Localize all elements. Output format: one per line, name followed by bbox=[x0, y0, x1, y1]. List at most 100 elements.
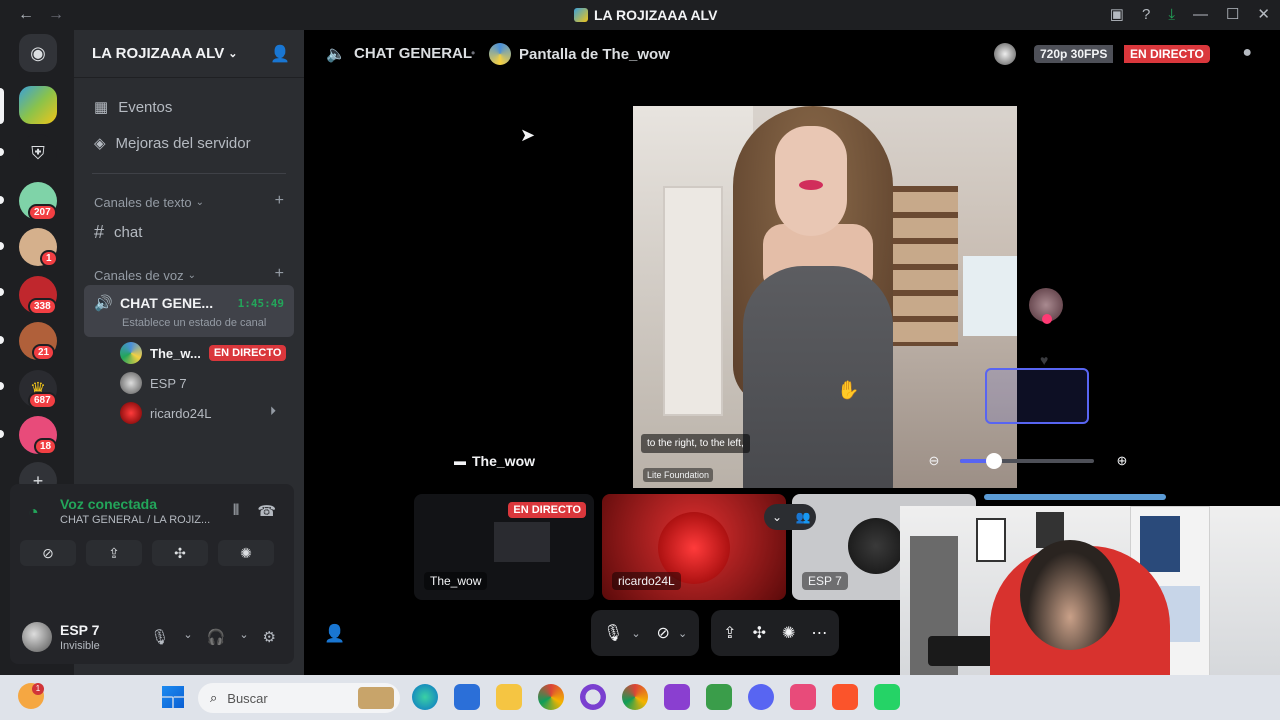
zoom-slider[interactable] bbox=[960, 453, 1094, 469]
user-name: ESP 7 bbox=[60, 622, 100, 638]
search-placeholder: Buscar bbox=[227, 690, 268, 706]
voice-channel-chat-general[interactable]: 🔊 CHAT GENE... 1:45:49 Establece un esta… bbox=[84, 285, 294, 337]
activity-controls: ⇪ ✣ ✺ ⋯ bbox=[711, 610, 840, 656]
back-arrow-icon[interactable]: ← bbox=[18, 6, 34, 24]
chrome-icon[interactable] bbox=[538, 684, 564, 710]
tile-menu: ⌄ 👥 bbox=[764, 504, 816, 530]
chevron-down-icon: ⌄ bbox=[228, 48, 238, 60]
app-diamond-icon[interactable] bbox=[706, 684, 732, 710]
share-screen-button[interactable]: ⇪ bbox=[86, 540, 142, 566]
channel-chat[interactable]: # chat bbox=[94, 222, 142, 243]
edge-icon[interactable] bbox=[412, 684, 438, 710]
cortana-icon[interactable] bbox=[580, 684, 606, 710]
sidebar-item-boosts[interactable]: ◈ Mejoras del servidor bbox=[94, 134, 251, 153]
invite-people-icon[interactable]: 👤 bbox=[270, 44, 290, 64]
unread-pill bbox=[0, 382, 4, 390]
camera-off-icon[interactable]: ⊘ bbox=[657, 623, 670, 643]
voice-member[interactable]: The_w... EN DIRECTO bbox=[120, 342, 287, 364]
unread-pill bbox=[0, 196, 4, 204]
taskbar-search[interactable]: ⌕ Buscar bbox=[198, 683, 400, 713]
participant-tile-partial[interactable] bbox=[984, 494, 1166, 500]
participant-tile[interactable]: ricardo24L bbox=[602, 494, 786, 600]
member-name: ricardo24L bbox=[150, 405, 212, 421]
brave-icon[interactable] bbox=[832, 684, 858, 710]
invite-to-voice-icon[interactable]: 👤 bbox=[324, 624, 345, 644]
chevron-down-icon[interactable]: ⌄ bbox=[239, 628, 248, 646]
heart-icon: ♥ bbox=[1040, 352, 1049, 368]
signal-icon[interactable]: ◔ bbox=[28, 502, 39, 523]
chevron-down-icon[interactable]: ⌄ bbox=[631, 627, 640, 640]
chevron-down-icon[interactable]: ⌄ bbox=[183, 628, 192, 646]
chevron-down-icon[interactable]: ⌄ bbox=[764, 504, 790, 530]
sidebar-item-events[interactable]: ▦ Eventos bbox=[94, 98, 173, 117]
stream-video[interactable]: ✋ to the right, to the left, Lite Founda… bbox=[633, 106, 1017, 488]
download-icon[interactable]: ⤓ bbox=[1168, 6, 1175, 23]
whatsapp-icon[interactable] bbox=[874, 684, 900, 710]
server-shield[interactable]: ⛨ bbox=[19, 134, 57, 172]
voice-category[interactable]: Canales de voz ⌄ bbox=[94, 268, 196, 283]
headphones-icon[interactable]: 🎧 bbox=[207, 628, 226, 646]
voice-member[interactable]: ricardo24L bbox=[120, 402, 211, 424]
stream-quality-badge: 720p 30FPS bbox=[1034, 45, 1114, 63]
search-icon: ⌕ bbox=[210, 690, 218, 705]
activities-icon[interactable]: ✣ bbox=[753, 623, 766, 643]
add-voice-channel-icon[interactable]: + bbox=[275, 265, 284, 283]
maximize-icon[interactable]: ☐ bbox=[1226, 5, 1239, 23]
zoom-out-icon[interactable]: ⊖ bbox=[924, 453, 944, 469]
hashtag-icon: # bbox=[94, 222, 105, 242]
gear-icon[interactable]: ⚙ bbox=[263, 628, 276, 646]
stream-owner-label: ▬ The_wow bbox=[454, 453, 535, 469]
close-icon[interactable]: ✕ bbox=[1257, 5, 1270, 23]
voice-member[interactable]: ESP 7 bbox=[120, 372, 187, 394]
voice-connected-title: Voz conectada bbox=[60, 496, 157, 512]
chevron-down-icon[interactable]: ⌄ bbox=[678, 627, 687, 640]
disconnect-icon[interactable]: ☎ bbox=[257, 502, 276, 520]
voice-connected-subtitle[interactable]: CHAT GENERAL / LA ROJIZ... bbox=[60, 514, 210, 526]
text-category[interactable]: Canales de texto ⌄ bbox=[94, 195, 204, 210]
events-label: Eventos bbox=[118, 98, 173, 116]
voice-connected-panel: ◔ Voz conectada CHAT GENERAL / LA ROJIZ.… bbox=[10, 484, 294, 602]
participants-icon[interactable]: 👥 bbox=[790, 504, 816, 530]
participant-tile[interactable]: EN DIRECTO The_wow bbox=[414, 494, 594, 600]
chrome-profile-icon[interactable] bbox=[622, 684, 648, 710]
minimize-icon[interactable]: — bbox=[1193, 6, 1208, 23]
windows-start-icon[interactable] bbox=[162, 686, 184, 708]
zoom-slider-thumb[interactable] bbox=[985, 453, 1002, 469]
activities-button[interactable]: ✣ bbox=[152, 540, 208, 566]
noise-suppression-icon[interactable]: ⦀ bbox=[233, 502, 240, 520]
microphone-icon[interactable]: 🎙 bbox=[603, 623, 623, 643]
avatar[interactable] bbox=[22, 622, 52, 652]
file-explorer-icon[interactable] bbox=[496, 684, 522, 710]
zoom-in-icon[interactable]: ⊕ bbox=[1112, 453, 1132, 469]
server-icon bbox=[574, 8, 588, 22]
store-icon[interactable] bbox=[454, 684, 480, 710]
server-la-rojizaaa[interactable] bbox=[19, 86, 57, 124]
app-tools-icon[interactable] bbox=[790, 684, 816, 710]
live-badge: EN DIRECTO bbox=[508, 502, 586, 518]
set-channel-status[interactable]: Establece un estado de canal bbox=[122, 317, 266, 329]
chevron-down-icon: ⌄ bbox=[195, 197, 204, 208]
add-text-channel-icon[interactable]: + bbox=[275, 192, 284, 210]
help-icon[interactable]: ? bbox=[1142, 6, 1150, 23]
video-caption: to the right, to the left, bbox=[641, 434, 750, 453]
share-screen-icon[interactable]: ⇪ bbox=[723, 623, 736, 643]
mention-badge: 207 bbox=[28, 204, 57, 221]
server-header[interactable]: LA ROJIZAAA ALV ⌄ 👤 bbox=[74, 30, 304, 78]
soundboard-button[interactable]: ✺ bbox=[218, 540, 274, 566]
microphone-icon[interactable]: 🎙 bbox=[150, 628, 169, 646]
inbox-icon[interactable]: ▣ bbox=[1110, 5, 1124, 23]
forward-arrow-icon[interactable]: → bbox=[48, 6, 64, 24]
discord-taskbar-icon[interactable] bbox=[748, 684, 774, 710]
discord-home-icon[interactable]: ◉ bbox=[19, 34, 57, 72]
chat-bubble-icon[interactable]: ● bbox=[1242, 44, 1252, 62]
selected-server-pill bbox=[0, 88, 4, 124]
camera-off-button[interactable]: ⊘ bbox=[20, 540, 76, 566]
viewer-avatar[interactable] bbox=[994, 43, 1016, 65]
search-widget-icon bbox=[358, 687, 394, 709]
voice-category-label: Canales de voz bbox=[94, 268, 184, 283]
more-icon[interactable]: ⋯ bbox=[811, 623, 827, 643]
soundboard-icon[interactable]: ✺ bbox=[782, 623, 795, 643]
video-window bbox=[963, 256, 1017, 336]
app-p-icon[interactable] bbox=[664, 684, 690, 710]
tile-screen-preview bbox=[494, 522, 550, 562]
